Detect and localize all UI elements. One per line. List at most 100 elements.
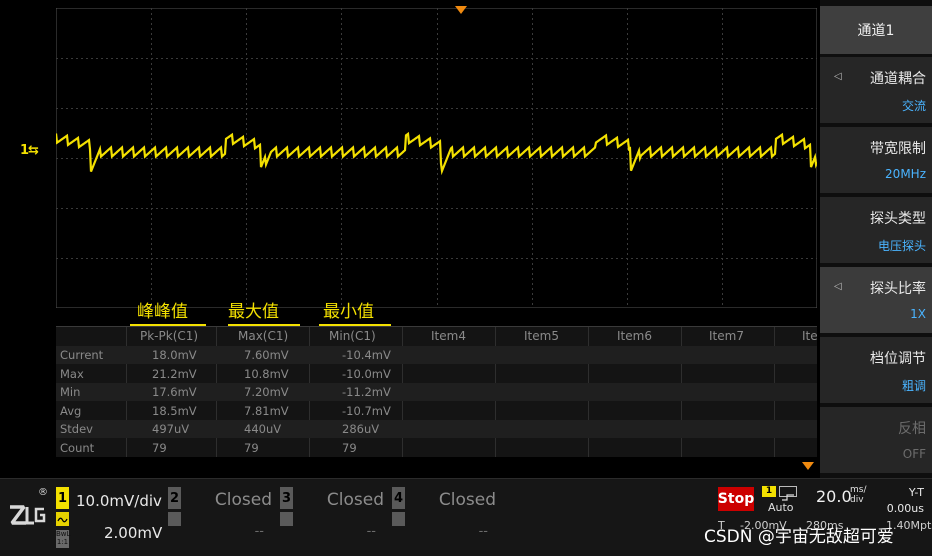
side-menu-item[interactable]: ◁ 探头比率 1X <box>820 267 932 333</box>
channel2-offset: -- <box>254 524 264 539</box>
horizontal-offset: 0.00us <box>886 502 924 515</box>
trigger-panel[interactable]: 1 Auto <box>758 484 810 516</box>
scroll-down-marker <box>802 462 814 470</box>
channel3-panel[interactable]: 3 Closed -- <box>280 482 388 550</box>
column-header[interactable]: Ite <box>802 329 818 343</box>
timebase-panel[interactable]: 20.0 ms/div <box>812 484 874 514</box>
column-header[interactable]: Min(C1) <box>329 329 376 343</box>
channel3-number: 3 <box>280 487 293 509</box>
waveform-display[interactable] <box>56 8 817 308</box>
side-menu-value: 粗调 <box>901 379 926 393</box>
column-header[interactable]: Pk-Pk(C1) <box>140 329 198 343</box>
column-header[interactable]: Item4 <box>431 329 466 343</box>
table-cell: -10.0mV <box>342 366 391 381</box>
table-row: Min 17.6mV 7.20mV -11.2mV <box>56 383 817 401</box>
table-row: Avg 18.5mV 7.81mV -10.7mV <box>56 402 817 420</box>
table-cell: 440uV <box>244 422 282 436</box>
column-header[interactable]: Item6 <box>617 329 652 343</box>
table-cell: 79 <box>152 440 167 455</box>
row-label: Current <box>60 348 104 362</box>
oscilloscope-screen: 1⇆ 峰峰值 最大值 最小值 Pk-Pk(C1) Max(C1) Min(C1)… <box>0 0 932 556</box>
channel1-panel[interactable]: 1 BwL 1:1 10.0mV/div 2.00mV <box>56 482 164 550</box>
channel4-offset: -- <box>478 524 488 539</box>
column-header[interactable]: Max(C1) <box>238 329 288 343</box>
table-cell: 17.6mV <box>152 385 197 399</box>
table-header: Pk-Pk(C1) Max(C1) Min(C1) Item4 Item5 It… <box>56 327 818 345</box>
table-cell: 7.60mV <box>244 348 289 362</box>
table-cell: 7.20mV <box>244 385 289 399</box>
trigger-mode: Auto <box>768 501 794 514</box>
side-menu-label: 通道耦合 <box>870 71 926 87</box>
channel4-status: Closed <box>438 490 496 510</box>
table-cell: 7.81mV <box>244 403 289 418</box>
table-cell: -10.4mV <box>342 348 391 362</box>
table-row: Count 79 79 79 <box>56 439 817 457</box>
expand-arrow-icon: ◁ <box>834 281 842 292</box>
registered-mark: ® <box>38 487 48 498</box>
edge-trigger-icon <box>779 486 797 501</box>
row-label: Stdev <box>60 422 93 436</box>
table-row: Max 21.2mV 10.8mV -10.0mV <box>56 365 817 383</box>
column-header[interactable]: Item7 <box>709 329 744 343</box>
table-row: Stdev 497uV 440uV 286uV <box>56 420 817 438</box>
row-label: Min <box>60 385 81 399</box>
side-menu-item[interactable]: 探头类型 电压探头 <box>820 197 932 263</box>
table-cell: 497uV <box>152 422 190 436</box>
graticule <box>56 8 817 308</box>
channel1-scale: 10.0mV/div <box>76 492 162 510</box>
channel4-number: 4 <box>392 487 405 509</box>
side-menu-item[interactable]: 带宽限制 20MHz <box>820 127 932 193</box>
side-menu-value: 1X <box>910 307 926 321</box>
channel2-coupling-icon <box>168 512 181 526</box>
table-row: Current 18.0mV 7.60mV -10.4mV <box>56 346 817 364</box>
trigger-position-marker[interactable] <box>455 6 467 14</box>
side-menu-value: 电压探头 <box>877 239 926 253</box>
channel2-status: Closed <box>214 490 272 510</box>
display-mode-panel[interactable]: Y-T 0.00us <box>878 484 928 515</box>
side-menu-label: 档位调节 <box>870 351 926 367</box>
measurement-table: Pk-Pk(C1) Max(C1) Min(C1) Item4 Item5 It… <box>56 326 818 457</box>
column-header[interactable]: Item5 <box>524 329 559 343</box>
side-menu-item[interactable]: ◁ 通道耦合交流 <box>820 57 932 123</box>
channel2-panel[interactable]: 2 Closed -- <box>168 482 276 550</box>
side-menu-label: 探头比率 <box>870 281 926 297</box>
side-menu-item[interactable]: 反相 OFF <box>820 407 932 473</box>
channel1-level-marker[interactable]: 1⇆ <box>20 143 39 158</box>
table-cell: 286uV <box>342 422 380 436</box>
side-menu-value: 交流 <box>901 99 926 113</box>
table-cell: 18.5mV <box>152 403 197 418</box>
table-cell: 79 <box>342 440 357 455</box>
ac-coupling-icon <box>56 512 69 526</box>
timebase-unit: ms/div <box>850 485 867 505</box>
zlg-logo-icon <box>10 505 46 525</box>
row-label: Max <box>60 366 84 381</box>
row-label: Count <box>60 440 95 455</box>
expand-arrow-icon: ◁ <box>834 71 842 82</box>
csdn-watermark: CSDN @宇宙无敌超可爱 <box>704 527 894 547</box>
channel3-offset: -- <box>366 524 376 539</box>
annotation-max: 最大值 <box>228 302 279 322</box>
table-cell: 79 <box>244 440 259 455</box>
side-menu-value: OFF <box>902 447 926 461</box>
bandwidth-limit-badge: BwL 1:1 <box>56 530 71 548</box>
table-cell: 18.0mV <box>152 348 197 362</box>
channel1-number: 1 <box>56 487 69 509</box>
trigger-source: 1 <box>762 486 776 497</box>
table-cell: -11.2mV <box>342 385 391 399</box>
side-menu-label: 反相 <box>898 421 926 437</box>
side-menu-value: 20MHz <box>885 167 926 181</box>
timebase-unit-top: ms/ <box>850 485 867 495</box>
run-stop-button[interactable]: Stop <box>718 487 754 511</box>
channel3-status: Closed <box>326 490 384 510</box>
channel1-offset: 2.00mV <box>104 524 163 542</box>
channel4-panel[interactable]: 4 Closed -- <box>392 482 500 550</box>
channel3-coupling-icon <box>280 512 293 526</box>
annotation-peak-to-peak: 峰峰值 <box>137 302 188 322</box>
display-mode: Y-T <box>908 486 924 499</box>
channel4-coupling-icon <box>392 512 405 526</box>
table-cell: 21.2mV <box>152 366 197 381</box>
side-menu-item[interactable]: 档位调节粗调 <box>820 337 932 403</box>
row-label: Avg <box>60 403 82 418</box>
table-cell: 10.8mV <box>244 366 289 381</box>
timebase-value: 20.0 <box>816 487 852 506</box>
